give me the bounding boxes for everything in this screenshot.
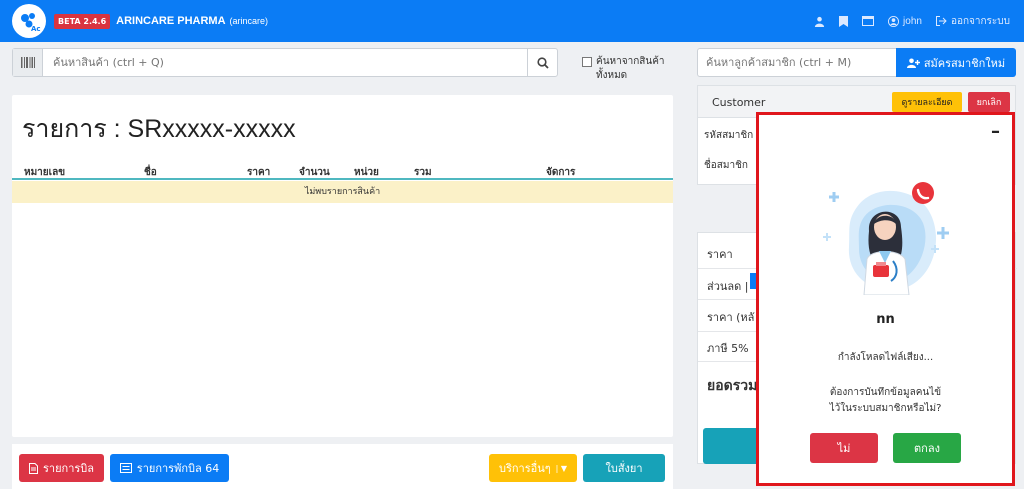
discount-label: ส่วนลด | xyxy=(707,280,749,293)
user-md-icon[interactable] xyxy=(814,16,825,27)
save-patient-popup: – nn กำลังโหลดไฟล์เสียง... ต้องการบันทึก… xyxy=(756,112,1015,486)
bookmark-icon[interactable] xyxy=(839,15,849,27)
window-icon[interactable] xyxy=(862,16,875,26)
patient-name: nn xyxy=(876,312,895,327)
loading-status: กำลังโหลดไฟล์เสียง... xyxy=(837,352,934,363)
customer-label: Customer xyxy=(712,96,766,109)
other-services-label: บริการอื่นๆ xyxy=(498,462,551,475)
member-name-label: ชื่อสมาชิก xyxy=(704,160,748,171)
col-actions: จัดการ xyxy=(546,167,576,178)
brand-name: ARINCARE PHARMA xyxy=(116,15,226,27)
held-bills-label: รายการพักบิล 64 xyxy=(136,462,220,475)
col-number: หมายเลข xyxy=(24,167,66,178)
search-all-checkbox[interactable]: ค้นหาจากสินค้า ทั้งหมด xyxy=(582,55,665,83)
search-all-label-1: ค้นหาจากสินค้า xyxy=(596,56,665,67)
nav-right: john ออกจากระบบ xyxy=(814,0,1010,42)
user-name: john xyxy=(903,15,922,27)
total-label: ยอดรวม xyxy=(707,378,758,394)
logout-link[interactable]: ออกจากระบบ xyxy=(935,14,1010,29)
view-detail-button[interactable]: ดูรายละเอียด xyxy=(892,92,962,112)
doctor-phone-illustration xyxy=(823,182,949,295)
pay-button[interactable] xyxy=(703,428,763,464)
svg-text:Ac: Ac xyxy=(31,25,41,33)
prescription-button[interactable]: ใบสั่งยา xyxy=(583,454,665,482)
bill-list-label: รายการบิล xyxy=(43,462,94,475)
question-line-2: ไว้ในระบบสมาชิกหรือไม่? xyxy=(829,403,942,414)
checkbox-box[interactable] xyxy=(582,57,592,67)
member-search-input[interactable] xyxy=(698,49,896,76)
search-button[interactable] xyxy=(527,49,557,76)
page-title: รายการ : SRxxxxx-xxxxx xyxy=(22,115,296,143)
prescription-label: ใบสั่งยา xyxy=(605,462,643,475)
question-line-1: ต้องการบันทึกข้อมูลคนไข้ xyxy=(829,387,942,398)
cancel-customer-button[interactable]: ยกเลิก xyxy=(968,92,1010,112)
vat-label: ภาษี 5% xyxy=(707,342,749,355)
empty-table-row: ไม่พบรายการสินค้า xyxy=(12,181,673,203)
caret-down-icon: | ▼ xyxy=(555,463,568,473)
user-circle-icon xyxy=(888,15,900,27)
bottom-action-bar: รายการบิล รายการพักบิล 64 บริการอื่นๆ | … xyxy=(12,444,673,489)
ok-button[interactable]: ตกลง xyxy=(893,433,961,463)
save-question: ต้องการบันทึกข้อมูลคนไข้ ไว้ในระบบสมาชิก… xyxy=(759,385,1012,417)
register-member-button[interactable]: สมัครสมาชิกใหม่ xyxy=(896,48,1016,77)
top-navbar: Ac BETA 2.4.6 ARINCARE PHARMA (arincare)… xyxy=(0,0,1024,42)
bill-list-button[interactable]: รายการบิล xyxy=(19,454,104,482)
col-name: ชื่อ xyxy=(144,167,157,178)
minimize-icon[interactable]: – xyxy=(991,121,1000,142)
col-price: ราคา xyxy=(247,167,271,178)
user-menu[interactable]: john xyxy=(888,15,922,27)
held-bills-button[interactable]: รายการพักบิล 64 xyxy=(110,454,229,482)
app-logo[interactable]: Ac xyxy=(12,4,46,38)
user-plus-icon xyxy=(906,58,920,68)
register-label: สมัครสมาชิกใหม่ xyxy=(923,56,1006,70)
member-code-label: รหัสสมาชิก xyxy=(704,130,754,141)
version-badge: BETA 2.4.6 xyxy=(54,13,111,29)
col-total: รวม xyxy=(414,167,432,178)
file-icon xyxy=(29,462,38,474)
order-card: รายการ : SRxxxxx-xxxxx หมายเลข ชื่อ ราคา… xyxy=(12,95,673,437)
search-all-label-2: ทั้งหมด xyxy=(596,70,628,81)
barcode-icon[interactable] xyxy=(13,49,43,76)
brand-subtitle: (arincare) xyxy=(229,16,269,26)
list-alt-icon xyxy=(119,463,132,473)
product-search-input[interactable] xyxy=(43,50,527,75)
table-header: หมายเลข ชื่อ ราคา จำนวน หน่วย รวม จัดการ xyxy=(12,160,673,180)
member-search-box xyxy=(697,48,897,77)
no-button[interactable]: ไม่ xyxy=(810,433,878,463)
col-quantity: จำนวน xyxy=(299,167,330,178)
other-services-dropdown[interactable]: บริการอื่นๆ | ▼ xyxy=(489,454,577,482)
sign-out-icon xyxy=(935,16,947,26)
after-discount-label: ราคา (หลั xyxy=(707,311,755,324)
product-search-bar xyxy=(12,48,558,77)
col-unit: หน่วย xyxy=(354,167,379,178)
search-icon xyxy=(536,56,549,69)
logout-label: ออกจากระบบ xyxy=(950,15,1010,27)
price-label: ราคา xyxy=(707,248,733,261)
